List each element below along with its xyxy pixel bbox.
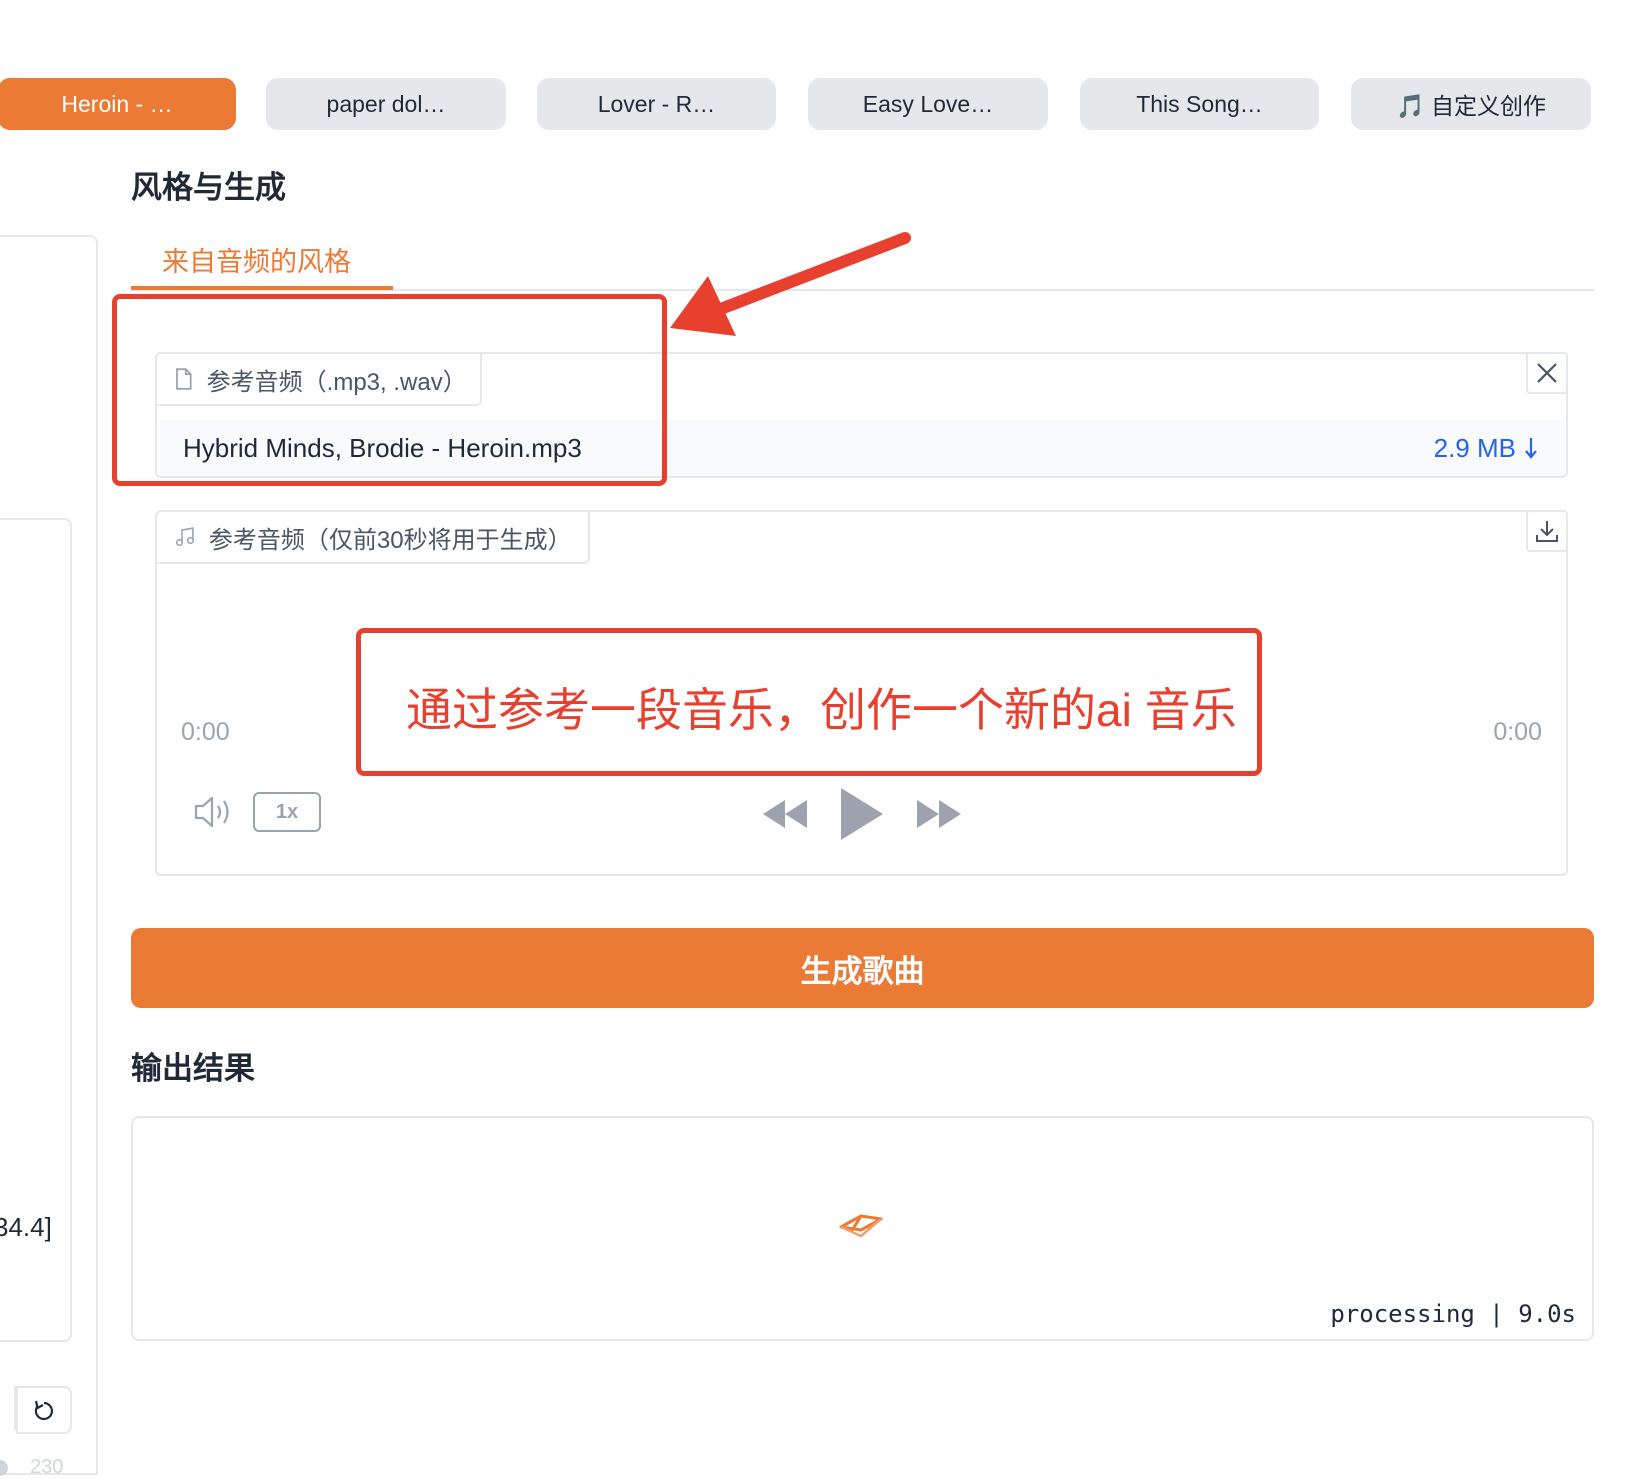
preset-label: paper dol… <box>326 90 446 117</box>
generate-song-button[interactable]: 生成歌曲 <box>131 928 1594 1008</box>
preset-label: Heroin - … <box>61 90 173 117</box>
preset-label: This Song… <box>1136 90 1263 117</box>
player-label-text: 参考音频（仅前30秒将用于生成） <box>208 526 572 554</box>
fast-forward-button[interactable] <box>915 796 963 832</box>
file-size: 2.9 MB <box>1433 432 1516 463</box>
music-note-icon <box>175 527 195 547</box>
playback-speed-button[interactable]: 1x <box>253 792 321 832</box>
preset-label: Easy Love… <box>862 90 994 117</box>
reset-button[interactable] <box>16 1386 72 1434</box>
preset-label: 🎵 自定义创作 <box>1395 93 1547 119</box>
play-icon <box>841 788 883 840</box>
preset-button-lover[interactable]: Lover - R… <box>537 78 776 130</box>
download-audio-button[interactable] <box>1526 510 1568 552</box>
download-icon <box>1536 521 1558 542</box>
style-section-title: 风格与生成 <box>131 170 286 205</box>
player-label: 参考音频（仅前30秒将用于生成） <box>155 510 590 564</box>
annotation-caption-text: 通过参考一段音乐，创作一个新的ai 音乐 <box>406 684 1237 736</box>
loading-spinner-icon <box>839 1214 883 1238</box>
annotation-upload-highlight <box>112 294 667 486</box>
speaker-icon <box>194 796 229 828</box>
tab-audio-style[interactable]: 来自音频的风格 <box>162 240 351 279</box>
tab-active-indicator <box>131 286 393 290</box>
preset-button-easy-love[interactable]: Easy Love… <box>808 78 1048 130</box>
fast-forward-icon <box>917 800 961 828</box>
annotation-arrow <box>670 232 911 336</box>
output-section-title: 输出结果 <box>131 1051 255 1086</box>
close-icon <box>1537 363 1557 383</box>
duration-time: 0:00 <box>1493 718 1542 746</box>
preset-button-paper-doll[interactable]: paper dol… <box>266 78 506 130</box>
preset-button-heroin[interactable]: Heroin - … <box>0 78 236 130</box>
volume-button[interactable] <box>193 794 237 830</box>
clear-file-button[interactable] <box>1526 352 1568 394</box>
preset-label: Lover - R… <box>597 90 716 117</box>
left-partial-value: 34.4] <box>0 1212 52 1242</box>
preset-button-custom[interactable]: 🎵 自定义创作 <box>1351 78 1591 130</box>
preset-button-this-song[interactable]: This Song… <box>1080 78 1319 130</box>
rewind-icon <box>763 800 807 828</box>
output-panel: processing | 9.0s <box>131 1116 1594 1341</box>
reset-icon <box>34 1400 53 1421</box>
play-button[interactable] <box>839 786 885 842</box>
current-time: 0:00 <box>181 718 230 746</box>
file-download-link[interactable]: 2.9 MB <box>1434 433 1538 464</box>
processing-status: processing | 9.0s <box>1330 1300 1576 1328</box>
download-arrow-icon <box>1525 438 1537 459</box>
rewind-button[interactable] <box>761 796 809 832</box>
